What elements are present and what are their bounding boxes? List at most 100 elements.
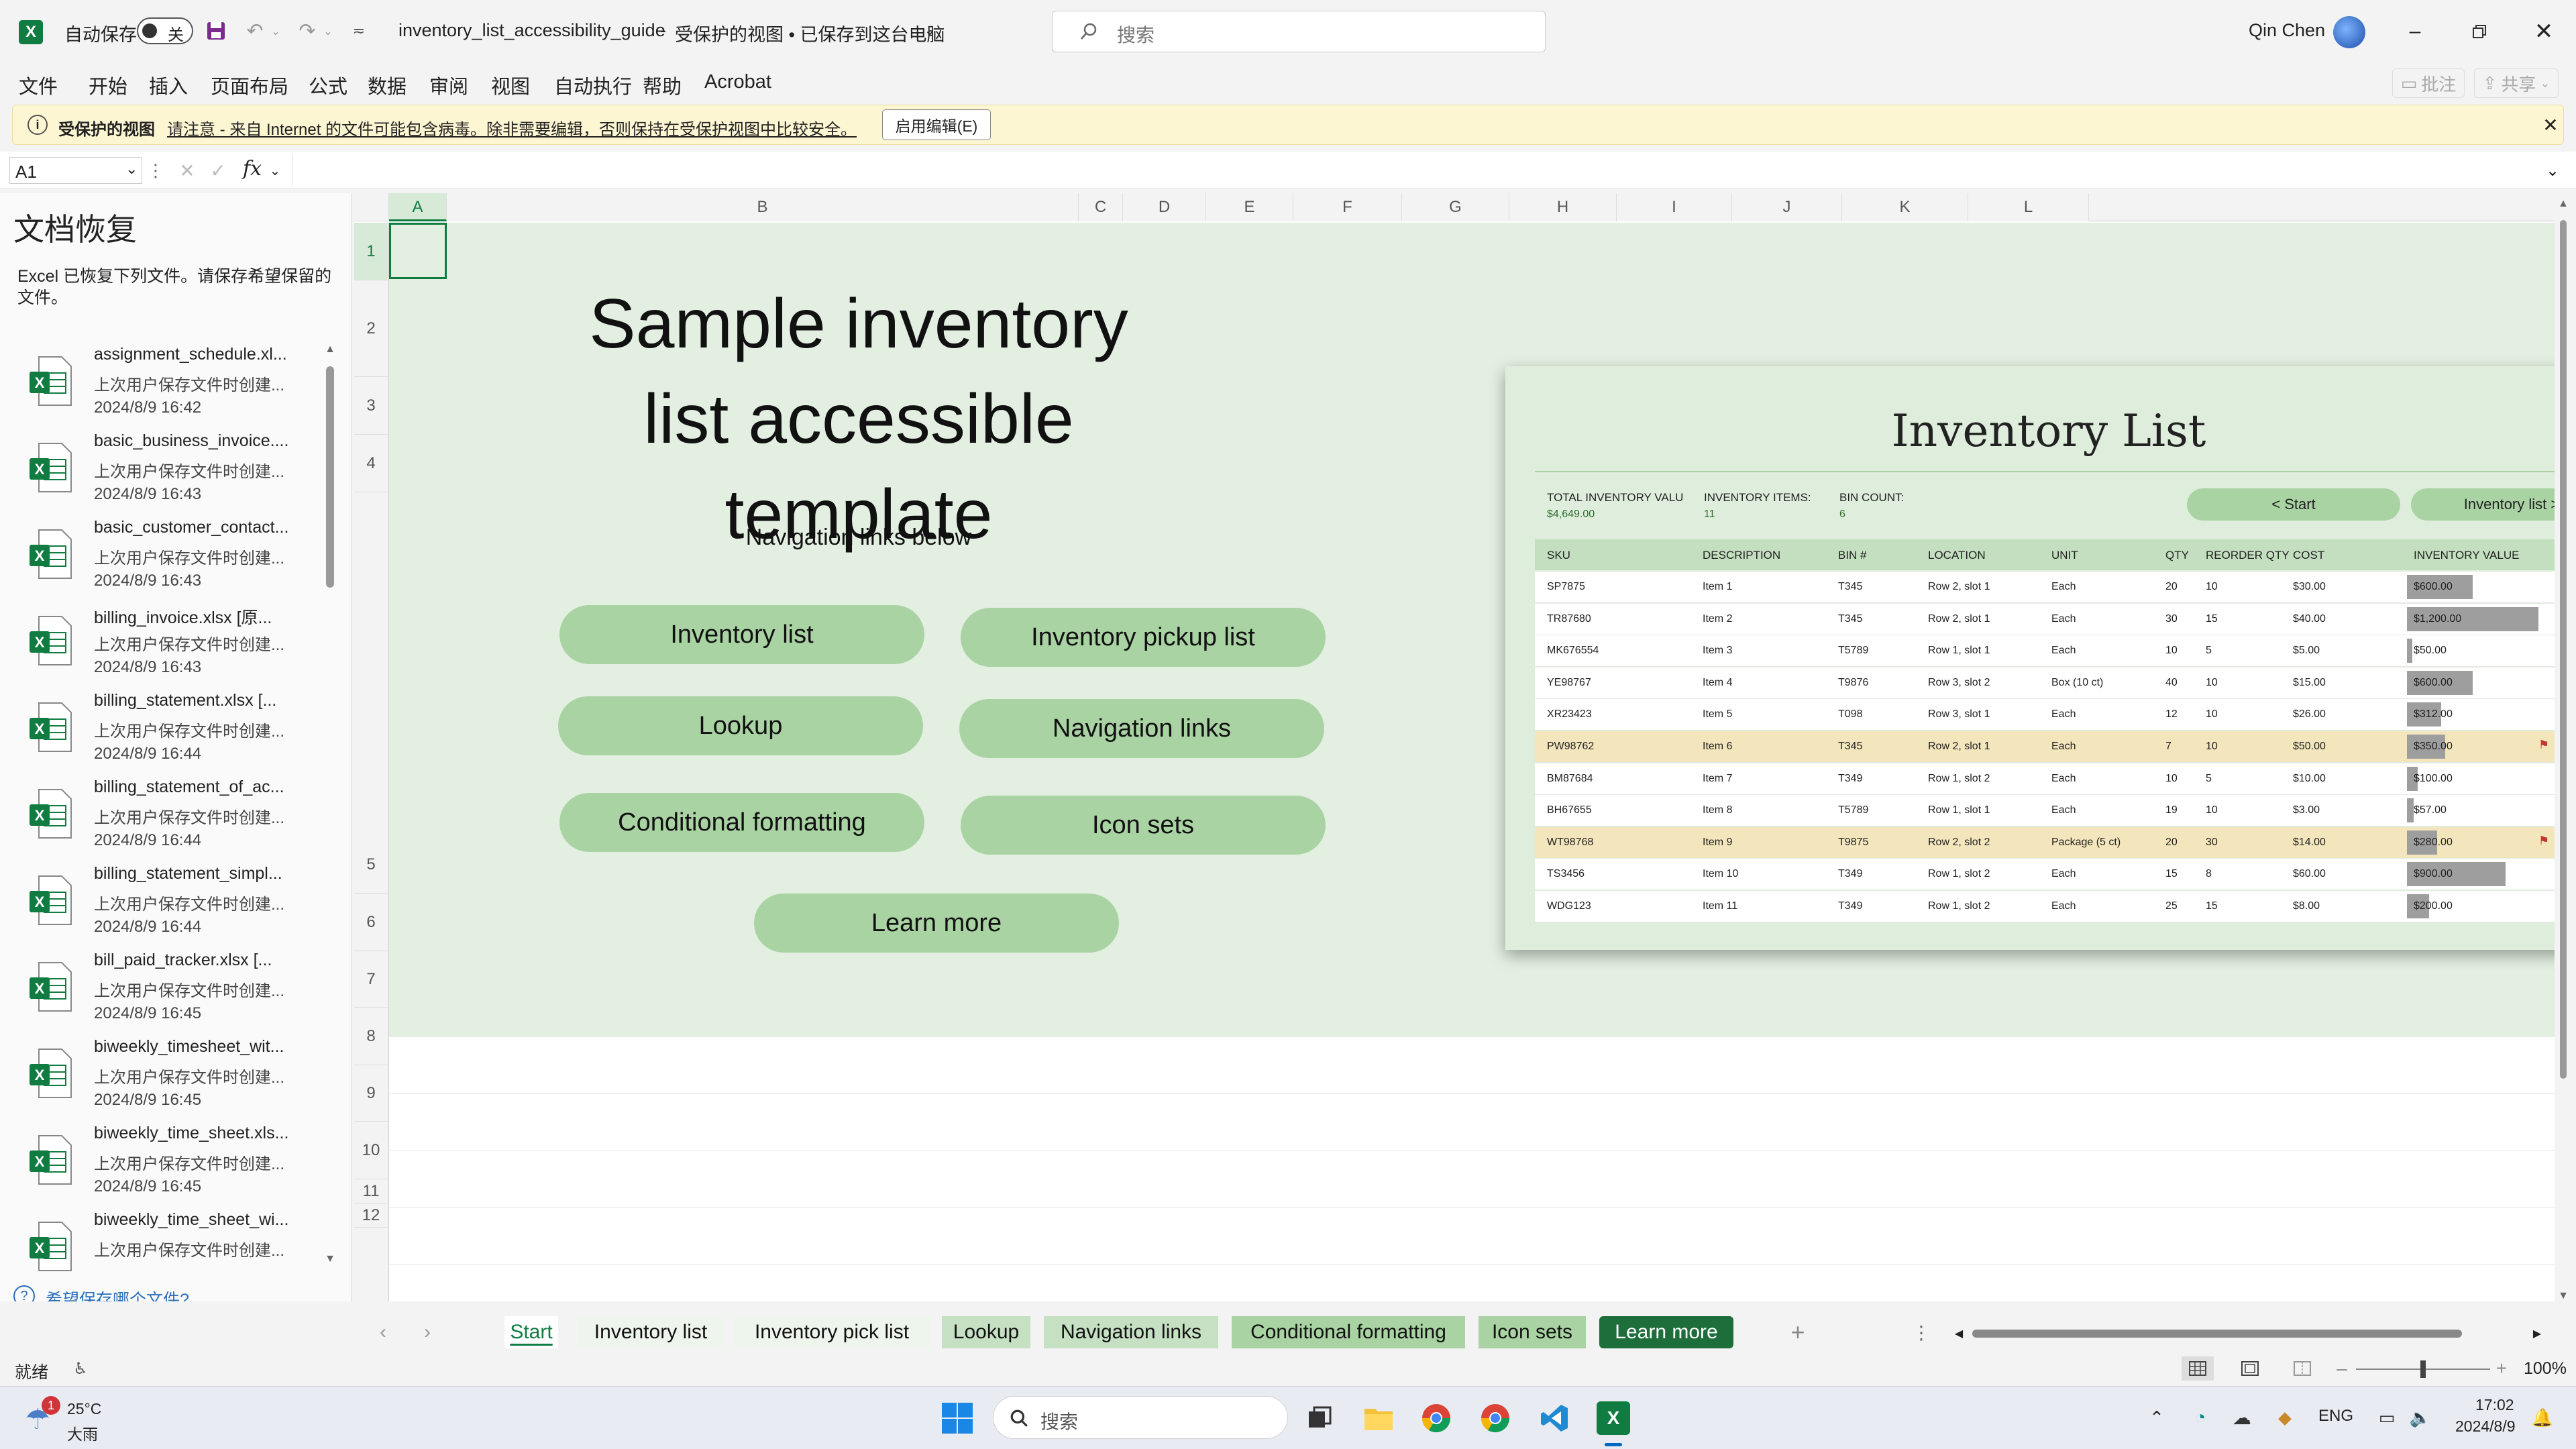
sheet-tab-navigation-links[interactable]: Navigation links — [1044, 1316, 1218, 1348]
table-row[interactable]: TR87680 Item 2 T345 Row 2, slot 1 Each 30 15 $4… — [1535, 603, 2556, 635]
row-header-2[interactable]: 2 — [354, 280, 388, 377]
sheet-tab-conditional-formatting[interactable]: Conditional formatting — [1232, 1316, 1465, 1348]
enable-editing-button[interactable]: 启用编辑(E) — [882, 109, 991, 140]
row-header-8[interactable]: 8 — [354, 1008, 388, 1065]
menu-5[interactable]: 数据 — [368, 71, 407, 99]
empty-cells[interactable] — [389, 1037, 2556, 1301]
onedrive-icon[interactable]: ☁ — [2229, 1404, 2255, 1431]
autosave-toggle[interactable]: 关 — [137, 17, 193, 44]
column-header-f[interactable]: F — [1293, 193, 1402, 221]
row-header-12[interactable]: 12 — [354, 1203, 388, 1228]
table-row[interactable]: WT98768 Item 9 T9875 Row 2, slot 2 Package (… — [1535, 826, 2556, 859]
recovered-file-item[interactable]: Xbilling_invoice.xlsx [原... 上次用户保存文件时创建..… — [0, 602, 322, 688]
zoom-level[interactable]: 100% — [2524, 1359, 2567, 1379]
close-window-icon[interactable]: ✕ — [2524, 15, 2564, 48]
more-tabs-icon[interactable]: ⋮ — [1912, 1319, 1931, 1346]
redo-dropdown-icon[interactable]: ⌄ — [322, 21, 334, 42]
weather-widget[interactable]: ☂ 1 25°C 大雨 — [20, 1393, 127, 1443]
zoom-in-icon[interactable]: + — [2491, 1356, 2512, 1381]
scroll-left-icon[interactable]: ◀ — [1952, 1326, 1966, 1342]
sheet-tab-icon-sets[interactable]: Icon sets — [1479, 1316, 1586, 1348]
icon-sets-button[interactable]: Icon sets — [961, 796, 1326, 855]
column-header-l[interactable]: L — [1968, 193, 2089, 221]
chevron-down-icon[interactable]: ⌄ — [922, 20, 938, 40]
column-header-h[interactable]: H — [1509, 193, 1617, 221]
column-header-a[interactable]: A — [389, 193, 447, 221]
view-status[interactable]: 受保护的视图 • 已保存到这台电脑 — [675, 20, 945, 46]
recovered-file-item[interactable]: Xbill_paid_tracker.xlsx [... 上次用户保存文件时创建.… — [0, 948, 322, 1034]
chrome-profile-icon[interactable] — [1479, 1401, 1512, 1435]
scroll-thumb[interactable] — [2560, 220, 2567, 1079]
sheet-tab-learn-more[interactable]: Learn more — [1599, 1316, 1733, 1348]
menu-1[interactable]: 开始 — [89, 71, 127, 99]
page-break-view-icon[interactable] — [2286, 1356, 2318, 1381]
row-header-10[interactable]: 10 — [354, 1122, 388, 1179]
enter-icon[interactable]: ✓ — [207, 157, 229, 184]
taskbar-search[interactable]: 搜索 — [993, 1396, 1288, 1439]
horizontal-scrollbar[interactable]: ◀ ▶ — [1952, 1326, 2546, 1342]
menu-2[interactable]: 插入 — [149, 71, 188, 99]
column-header-j[interactable]: J — [1732, 193, 1842, 221]
notification-bell-icon[interactable]: 🔔 — [2529, 1404, 2556, 1431]
cancel-icon[interactable]: ✕ — [176, 157, 199, 184]
menu-3[interactable]: 页面布局 — [211, 71, 288, 99]
undo-icon[interactable]: ↶ — [243, 19, 267, 43]
recovery-scrollbar[interactable]: ▲ ▼ — [322, 342, 338, 1268]
sheet-tab-inventory-list[interactable]: Inventory list — [578, 1316, 723, 1348]
vertical-scrollbar[interactable]: ▲ ▼ — [2555, 193, 2572, 1308]
customize-toolbar-icon[interactable]: ≂ — [349, 19, 369, 43]
task-view-icon[interactable] — [1303, 1401, 1336, 1435]
formula-input[interactable] — [292, 154, 2546, 186]
scroll-thumb[interactable] — [326, 366, 334, 588]
edge-tray-icon[interactable]: ◔ — [2187, 1404, 2214, 1431]
sheet-tab-inventory-pick-list[interactable]: Inventory pick list — [734, 1316, 930, 1348]
recovered-file-item[interactable]: Xbilling_statement.xlsx [... 上次用户保存文件时创建.… — [0, 688, 322, 775]
app-tray-icon[interactable]: ◆ — [2271, 1404, 2298, 1431]
redo-icon[interactable]: ↷ — [295, 19, 319, 43]
menu-0[interactable]: 文件 — [19, 71, 58, 99]
selected-cell-a1[interactable] — [389, 223, 447, 279]
column-header-g[interactable]: G — [1402, 193, 1509, 221]
vscode-icon[interactable] — [1538, 1401, 1571, 1435]
table-row[interactable]: BH67655 Item 8 T5789 Row 1, slot 1 Each 19 10 $… — [1535, 795, 2556, 827]
zoom-thumb[interactable] — [2420, 1360, 2426, 1378]
inventory-list-nav-button[interactable]: Inventory list > — [2411, 488, 2556, 521]
inventory-list-button[interactable]: Inventory list — [559, 605, 924, 664]
table-row[interactable]: WDG123 Item 11 T349 Row 1, slot 2 Each 25 15 $8… — [1535, 891, 2556, 922]
clock-time[interactable]: 17:02 — [2475, 1396, 2514, 1414]
sheet-tab-lookup[interactable]: Lookup — [942, 1316, 1030, 1348]
column-header-b[interactable]: B — [447, 193, 1079, 221]
normal-view-icon[interactable] — [2182, 1356, 2214, 1381]
row-header-9[interactable]: 9 — [354, 1065, 388, 1122]
more-options-icon[interactable]: ⋮ — [147, 157, 164, 184]
recovered-file-item[interactable]: Xbiweekly_timesheet_wit... 上次用户保存文件时创建...… — [0, 1034, 322, 1121]
column-header-k[interactable]: K — [1842, 193, 1968, 221]
table-row[interactable]: TS3456 Item 10 T349 Row 1, slot 2 Each 15 8 $60… — [1535, 859, 2556, 891]
recovered-file-item[interactable]: Xbilling_statement_of_ac... 上次用户保存文件时创建..… — [0, 775, 322, 861]
insert-function-icon[interactable]: fx — [243, 157, 262, 180]
sheet-tab-start[interactable]: Start — [504, 1316, 558, 1348]
search-box[interactable]: 搜索 — [1052, 11, 1546, 52]
inventory-pickup-list-button[interactable]: Inventory pickup list — [961, 608, 1326, 667]
recovered-file-item[interactable]: Xassignment_schedule.xl... 上次用户保存文件时创建...… — [0, 342, 322, 429]
scroll-up-icon[interactable]: ▲ — [2555, 197, 2572, 211]
scroll-down-icon[interactable]: ▼ — [322, 1252, 338, 1267]
zoom-slider[interactable] — [2356, 1360, 2490, 1378]
row-header-4[interactable]: 4 — [354, 435, 388, 492]
row-header-11[interactable]: 11 — [354, 1179, 388, 1203]
select-all-corner[interactable] — [354, 193, 389, 221]
table-row[interactable]: SP7875 Item 1 T345 Row 2, slot 1 Each 20 10 $30… — [1535, 572, 2556, 603]
page-layout-view-icon[interactable] — [2234, 1356, 2266, 1381]
row-header-6[interactable]: 6 — [354, 894, 388, 951]
column-header-e[interactable]: E — [1206, 193, 1293, 221]
worksheet-grid[interactable]: ABCDEFGHIJKL 1 2 3 4 5 6 7 8 9 10 11 12 Sample inve… — [354, 193, 2556, 1301]
menu-4[interactable]: 公式 — [309, 71, 347, 99]
input-language[interactable]: ENG — [2318, 1407, 2353, 1426]
row-header-7[interactable]: 7 — [354, 951, 388, 1008]
network-icon[interactable]: ▭ — [2373, 1404, 2400, 1431]
column-header-c[interactable]: C — [1079, 193, 1123, 221]
excel-taskbar-icon[interactable]: X — [1597, 1401, 1630, 1435]
zoom-out-icon[interactable]: – — [2332, 1356, 2352, 1381]
undo-dropdown-icon[interactable]: ⌄ — [270, 21, 282, 42]
scroll-down-icon[interactable]: ▼ — [2555, 1289, 2572, 1303]
